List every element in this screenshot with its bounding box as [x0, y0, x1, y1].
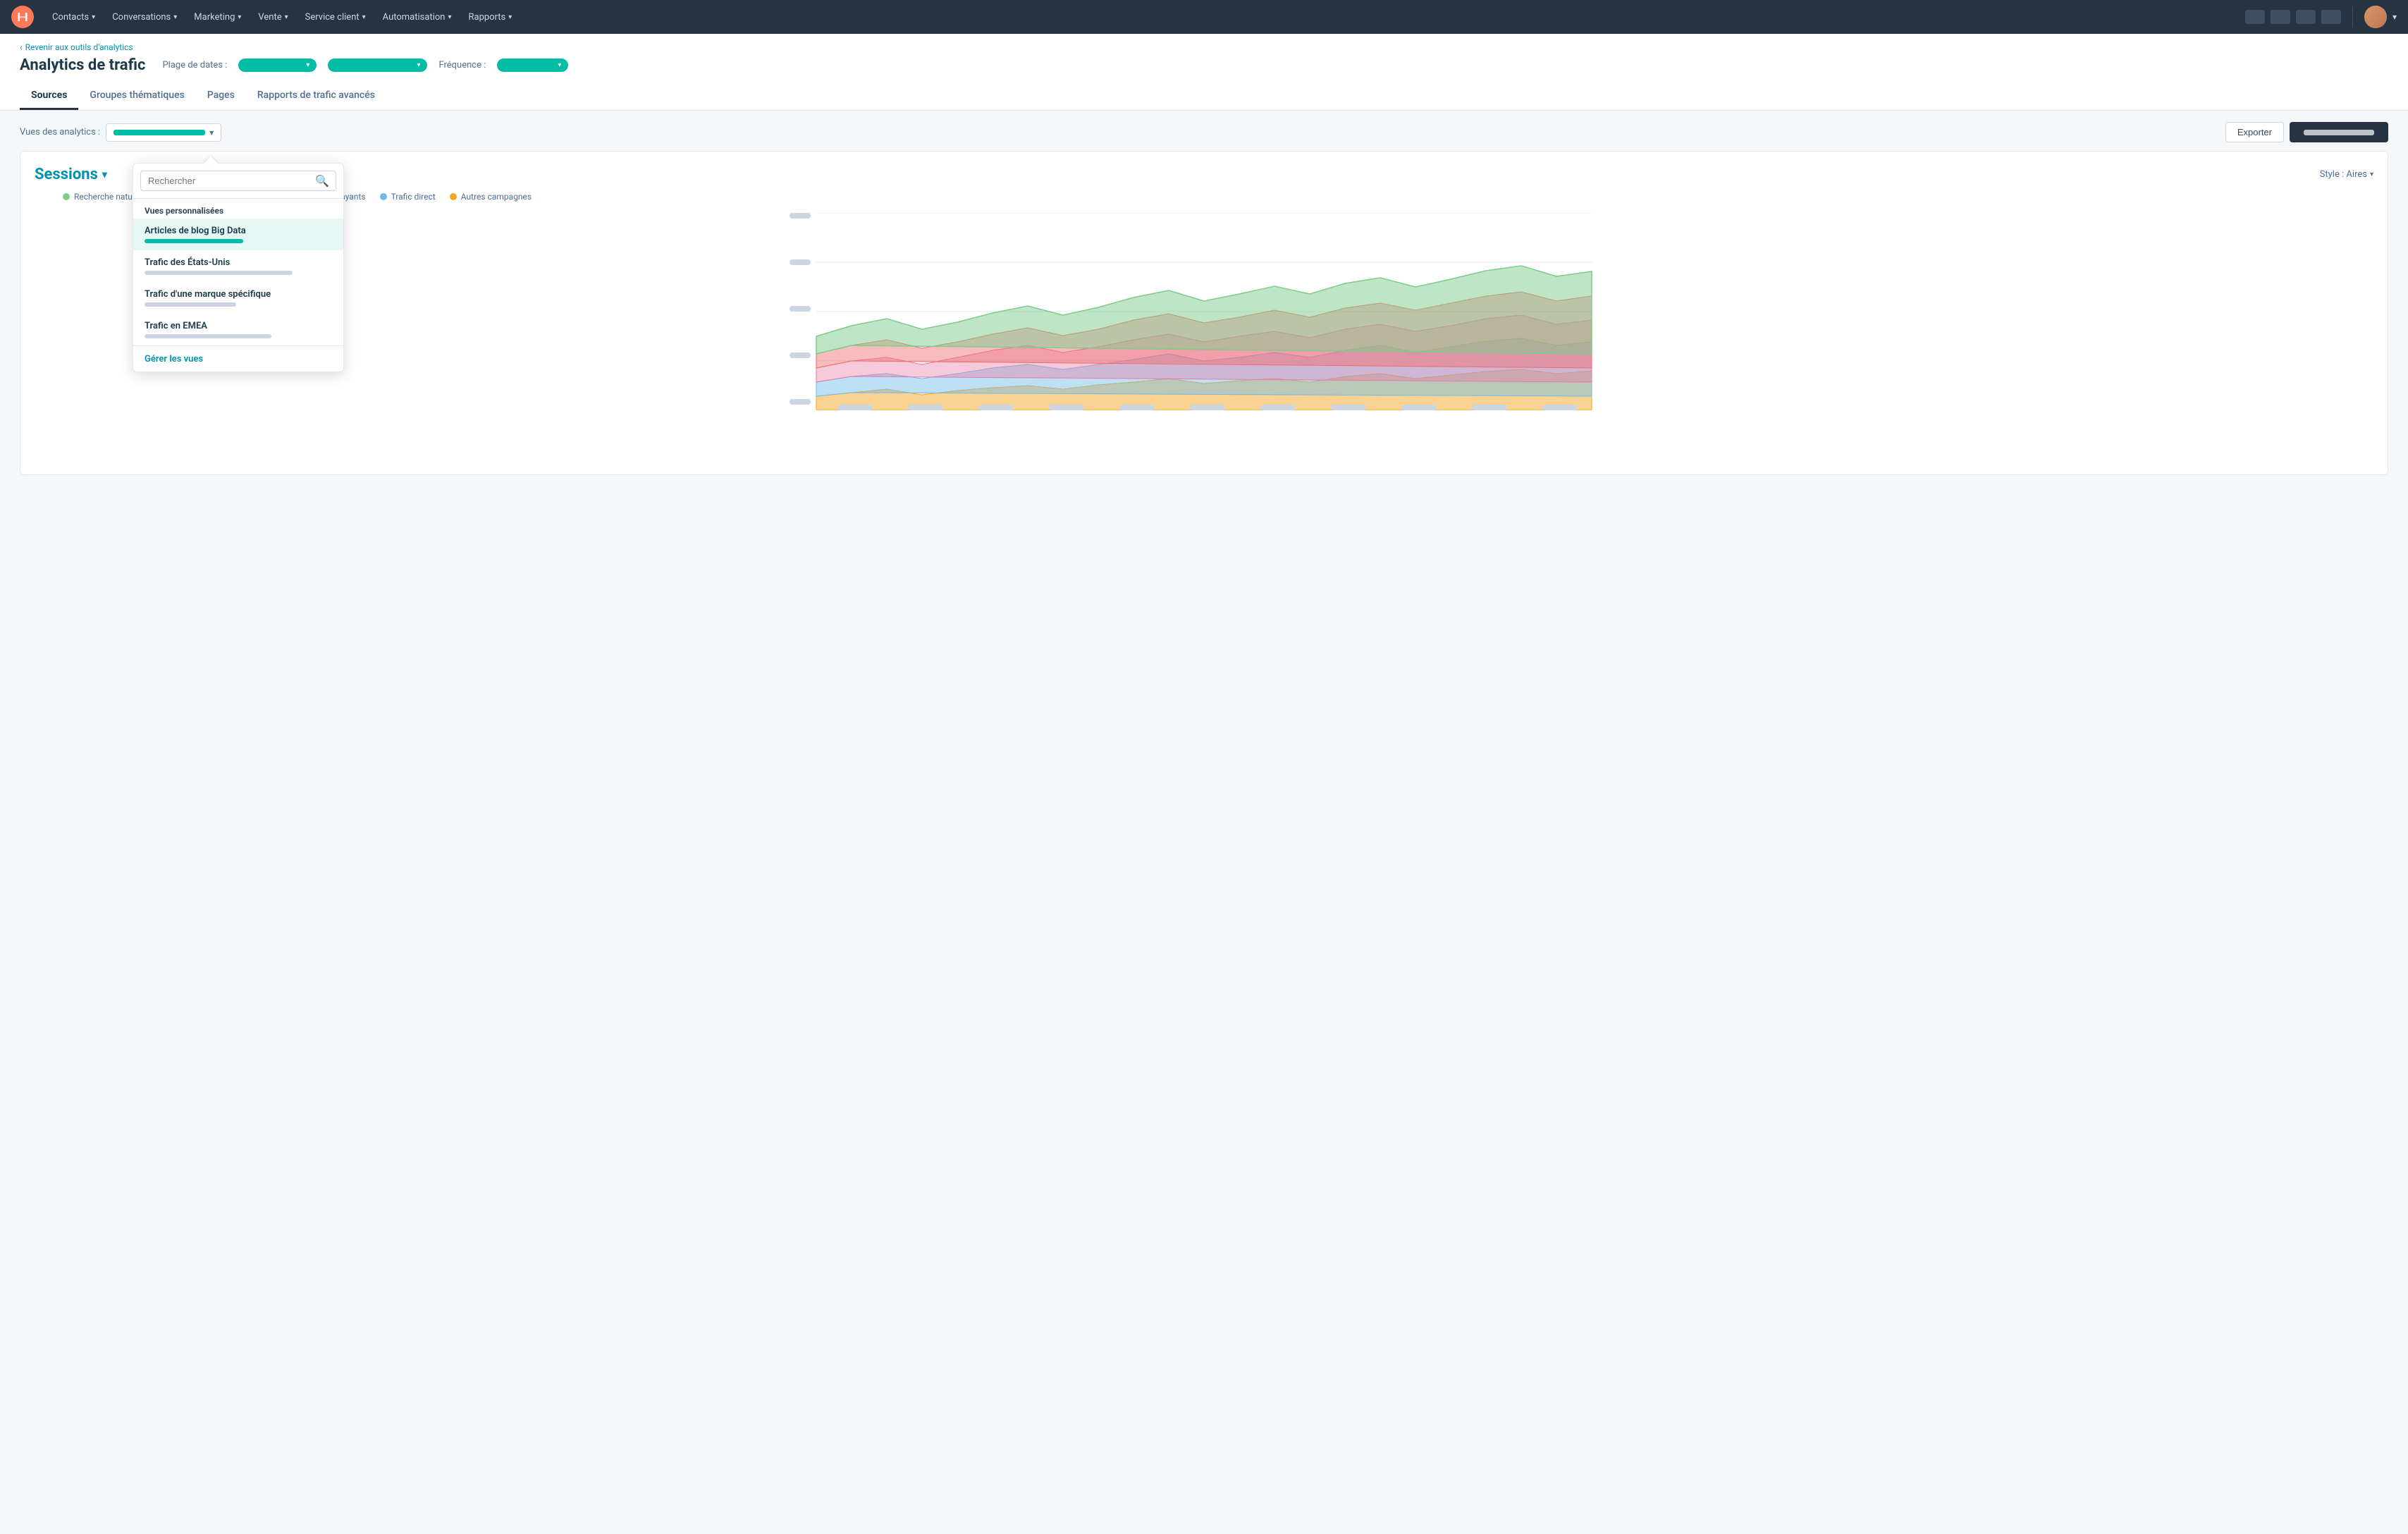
search-input[interactable]	[140, 171, 336, 191]
dropdown-search-area: 🔍	[133, 164, 343, 199]
back-link[interactable]: ‹ Revenir aux outils d'analytics	[20, 42, 2388, 52]
date-range-bar	[245, 63, 302, 68]
frequency-filter-label: Fréquence :	[438, 60, 486, 70]
dropdown-item-3[interactable]: Trafic en EMEA	[133, 314, 343, 345]
legend-dot-0	[63, 193, 70, 200]
export-button[interactable]: Exporter	[2225, 122, 2284, 142]
dropdown-item-0[interactable]: Articles de blog Big Data	[133, 219, 343, 250]
legend-dot-4	[450, 193, 457, 200]
dropdown-item-bar-1	[145, 271, 293, 275]
hubspot-logo[interactable]	[11, 6, 34, 28]
chevron-down-icon[interactable]: ▾	[102, 169, 107, 180]
page-header: ‹ Revenir aux outils d'analytics Analyti…	[0, 34, 2408, 111]
primary-btn-bar	[2304, 130, 2374, 135]
nav-icon-1[interactable]	[2245, 10, 2265, 24]
chevron-down-icon: ▾	[417, 61, 420, 69]
manage-views-link[interactable]: Gérer les vues	[145, 354, 203, 364]
tab-rapports[interactable]: Rapports de trafic avancés	[246, 82, 386, 110]
search-icon[interactable]: 🔍	[315, 174, 329, 188]
sessions-title: Sessions ▾	[35, 166, 107, 183]
avatar[interactable]	[2364, 6, 2387, 28]
analytics-right: Exporter	[2225, 122, 2388, 142]
chevron-down-icon[interactable]: ▾	[2392, 12, 2397, 22]
chart-container: Sessions ▾ Style : Aires ▾ Recherche nat…	[20, 151, 2388, 475]
chevron-down-icon: ▾	[209, 128, 214, 137]
legend-dot-3	[380, 193, 387, 200]
filter-group: Plage de dates : ▾ ▾ Fréquence : ▾	[162, 59, 568, 72]
nav-item-service-client[interactable]: Service client ▾	[298, 8, 373, 27]
dropdown-arrow	[204, 157, 218, 164]
chart-header: Sessions ▾ Style : Aires ▾	[35, 166, 2373, 183]
chevron-down-icon: ▾	[285, 13, 288, 21]
avatar-image	[2364, 6, 2387, 28]
chevron-down-icon: ▾	[306, 61, 309, 69]
legend-item-3: Trafic direct	[380, 192, 436, 202]
chevron-down-icon: ▾	[508, 13, 512, 21]
nav-icon-2[interactable]	[2271, 10, 2290, 24]
back-arrow-icon: ‹	[20, 42, 23, 52]
topnav-right: ▾	[2245, 6, 2397, 28]
analytics-bar: Vues des analytics : ▾ Exporter 🔍 Vues p…	[20, 122, 2388, 142]
top-navigation: Contacts ▾ Conversations ▾ Marketing ▾ V…	[0, 0, 2408, 34]
chevron-down-icon: ▾	[92, 13, 95, 21]
date-filter-label: Plage de dates :	[162, 60, 227, 70]
dropdown-section-label: Vues personnalisées	[133, 199, 343, 219]
nav-item-contacts[interactable]: Contacts ▾	[45, 8, 102, 27]
nav-icon-4[interactable]	[2321, 10, 2341, 24]
tab-pages[interactable]: Pages	[196, 82, 246, 110]
chevron-down-icon: ▾	[238, 13, 241, 21]
date-range-bar2	[335, 63, 412, 68]
tabs: Sources Groupes thématiques Pages Rappor…	[20, 82, 2388, 110]
dropdown-item-bar-0	[145, 239, 243, 243]
nav-item-marketing[interactable]: Marketing ▾	[187, 8, 248, 27]
nav-item-conversations[interactable]: Conversations ▾	[105, 8, 184, 27]
primary-action-button[interactable]	[2290, 122, 2388, 142]
nav-item-rapports[interactable]: Rapports ▾	[461, 8, 519, 27]
analytics-left: Vues des analytics : ▾	[20, 123, 221, 142]
dropdown-item-bar-3	[145, 334, 271, 338]
tab-groupes[interactable]: Groupes thématiques	[78, 82, 195, 110]
page-title: Analytics de trafic	[20, 56, 145, 74]
dropdown-item-1[interactable]: Trafic des États-Unis	[133, 250, 343, 282]
dropdown-item-bar-2	[145, 302, 236, 307]
analytics-view-dropdown[interactable]: ▾	[106, 123, 221, 142]
nav-item-vente[interactable]: Vente ▾	[251, 8, 295, 27]
chevron-down-icon: ▾	[558, 61, 561, 69]
frequency-filter[interactable]: ▾	[497, 59, 568, 72]
date-range-filter2[interactable]: ▾	[328, 59, 427, 72]
legend-item-4: Autres campagnes	[450, 192, 532, 202]
nav-item-automatisation[interactable]: Automatisation ▾	[376, 8, 459, 27]
chart-svg-wrapper	[35, 213, 2373, 424]
analytics-view-label: Vues des analytics :	[20, 127, 100, 137]
chevron-down-icon: ▾	[173, 13, 177, 21]
dropdown-item-2[interactable]: Trafic d'une marque spécifique	[133, 282, 343, 314]
chevron-down-icon: ▾	[448, 13, 451, 21]
chart-legend: Recherche naturelle Recherche payante Ré…	[35, 192, 2373, 202]
style-selector[interactable]: Style : Aires ▾	[2320, 169, 2373, 180]
page-title-row: Analytics de trafic Plage de dates : ▾ ▾…	[20, 56, 2388, 74]
frequency-bar	[504, 63, 553, 68]
dropdown-footer: Gérer les vues	[133, 345, 343, 372]
date-range-filter[interactable]: ▾	[238, 59, 317, 72]
area-chart	[35, 213, 2373, 410]
chevron-down-icon: ▾	[2370, 171, 2373, 178]
tab-sources[interactable]: Sources	[20, 82, 78, 110]
nav-divider	[2352, 6, 2353, 27]
analytics-view-value	[113, 130, 205, 135]
nav-icon-3[interactable]	[2296, 10, 2316, 24]
chevron-down-icon: ▾	[362, 13, 366, 21]
main-content: Vues des analytics : ▾ Exporter 🔍 Vues p…	[0, 111, 2408, 486]
analytics-view-dropdown-panel: 🔍 Vues personnalisées Articles de blog B…	[133, 163, 344, 372]
